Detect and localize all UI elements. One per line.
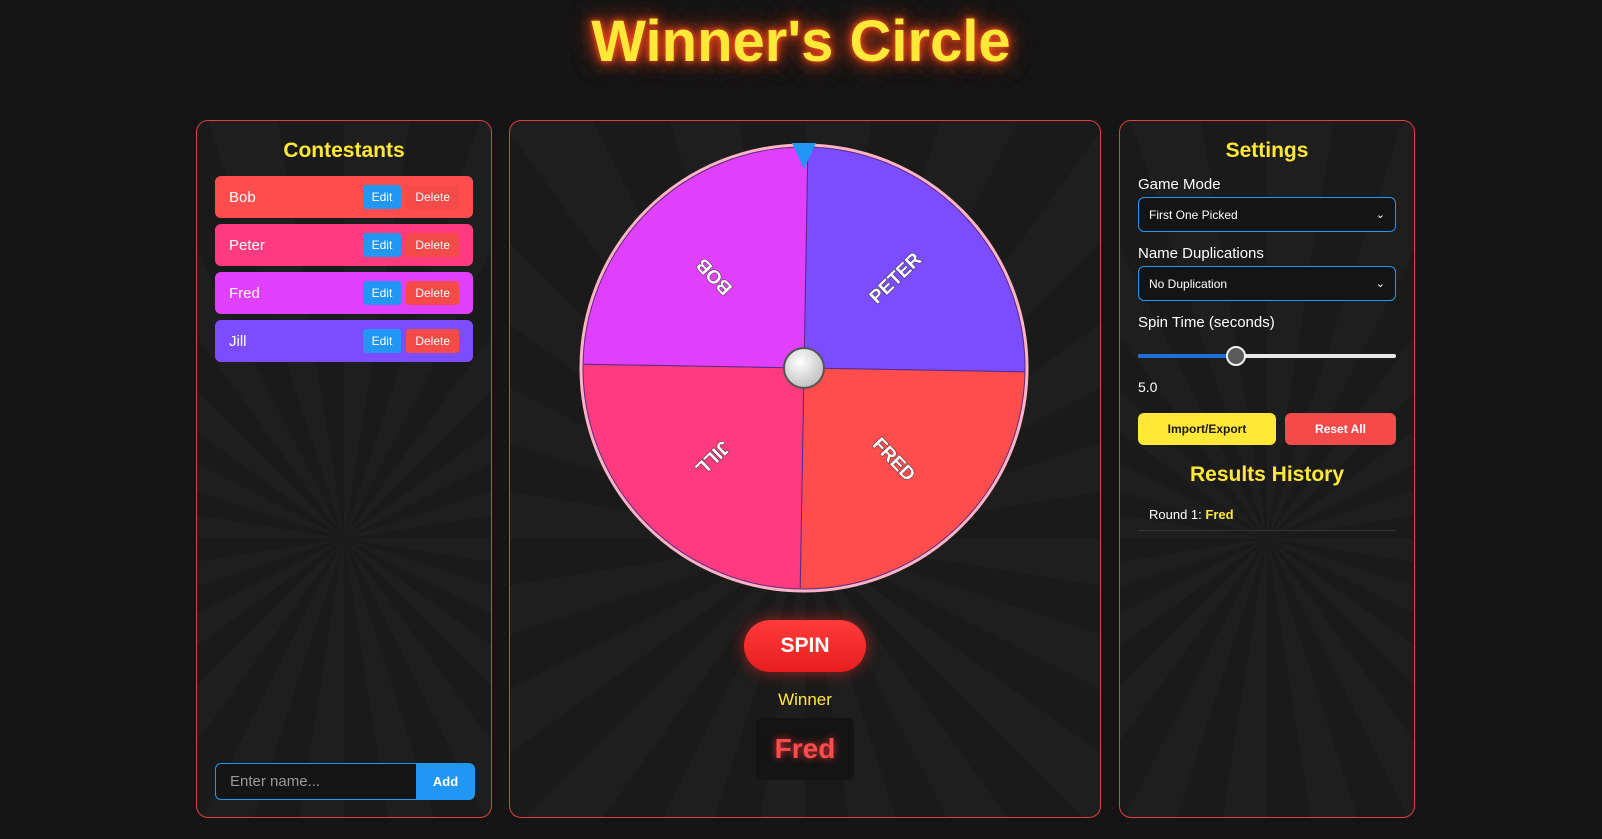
- chevron-down-icon: ⌄: [1375, 209, 1385, 221]
- slider-thumb[interactable]: [1226, 346, 1247, 366]
- spin-button[interactable]: SPIN: [744, 620, 866, 672]
- history-round: Round 1:: [1149, 507, 1202, 522]
- wheel-panel: PETER FRED JILL BOB SPIN Winner Fred: [509, 120, 1101, 818]
- wheel-hub: [783, 347, 825, 389]
- name-input[interactable]: [215, 763, 416, 800]
- history-item: Round 1: Fred: [1138, 499, 1396, 531]
- settings-heading: Settings: [1225, 139, 1309, 162]
- edit-button[interactable]: Edit: [362, 233, 402, 257]
- game-mode-label: Game Mode: [1138, 176, 1221, 193]
- contestant-name: Peter: [229, 236, 265, 254]
- game-mode-value: First One Picked: [1149, 207, 1238, 222]
- spin-time-slider[interactable]: [1138, 346, 1396, 366]
- contestants-heading: Contestants: [283, 139, 405, 162]
- edit-button[interactable]: Edit: [362, 185, 402, 209]
- spin-time-value: 5.0: [1138, 379, 1158, 395]
- duplication-select[interactable]: No Duplication ⌄: [1138, 266, 1396, 301]
- wheel-container[interactable]: PETER FRED JILL BOB: [579, 143, 1029, 593]
- contestant-name: Bob: [229, 188, 256, 206]
- delete-button[interactable]: Delete: [406, 281, 459, 305]
- delete-button[interactable]: Delete: [406, 185, 459, 209]
- contestant-name: Jill: [229, 332, 247, 350]
- winner-name: Fred: [756, 718, 854, 780]
- results-history-heading: Results History: [1189, 463, 1345, 486]
- contestant-row-jill: Jill Edit Delete: [215, 320, 473, 362]
- contestant-row-fred: Fred Edit Delete: [215, 272, 473, 314]
- import-export-button[interactable]: Import/Export: [1138, 413, 1276, 445]
- slider-fill: [1138, 354, 1237, 358]
- history-winner: Fred: [1205, 507, 1234, 522]
- game-mode-select[interactable]: First One Picked ⌄: [1138, 197, 1396, 232]
- add-button[interactable]: Add: [416, 763, 475, 800]
- reset-all-button[interactable]: Reset All: [1285, 413, 1396, 445]
- spin-time-label: Spin Time (seconds): [1138, 314, 1275, 331]
- delete-button[interactable]: Delete: [406, 329, 459, 353]
- duplication-label: Name Duplications: [1138, 245, 1264, 262]
- wheel-segment-bob: [582, 146, 809, 369]
- delete-button[interactable]: Delete: [406, 233, 459, 257]
- contestant-row-peter: Peter Edit Delete: [215, 224, 473, 266]
- contestant-name: Fred: [229, 284, 260, 302]
- duplication-value: No Duplication: [1149, 276, 1228, 291]
- add-contestant-row: Add: [215, 763, 475, 800]
- wheel-segment-jill: [582, 363, 805, 590]
- settings-panel: Settings Game Mode First One Picked ⌄ Na…: [1119, 120, 1415, 818]
- edit-button[interactable]: Edit: [362, 329, 402, 353]
- contestants-panel: Contestants Bob Edit Delete Peter Edit D…: [196, 120, 492, 818]
- app-title: Winner's Circle: [591, 9, 1011, 74]
- chevron-down-icon: ⌄: [1375, 278, 1385, 290]
- prize-wheel[interactable]: PETER FRED JILL BOB: [579, 143, 1029, 593]
- winner-label: Winner: [778, 690, 832, 709]
- edit-button[interactable]: Edit: [362, 281, 402, 305]
- wheel-segment-fred: [799, 367, 1026, 590]
- contestant-row-bob: Bob Edit Delete: [215, 176, 473, 218]
